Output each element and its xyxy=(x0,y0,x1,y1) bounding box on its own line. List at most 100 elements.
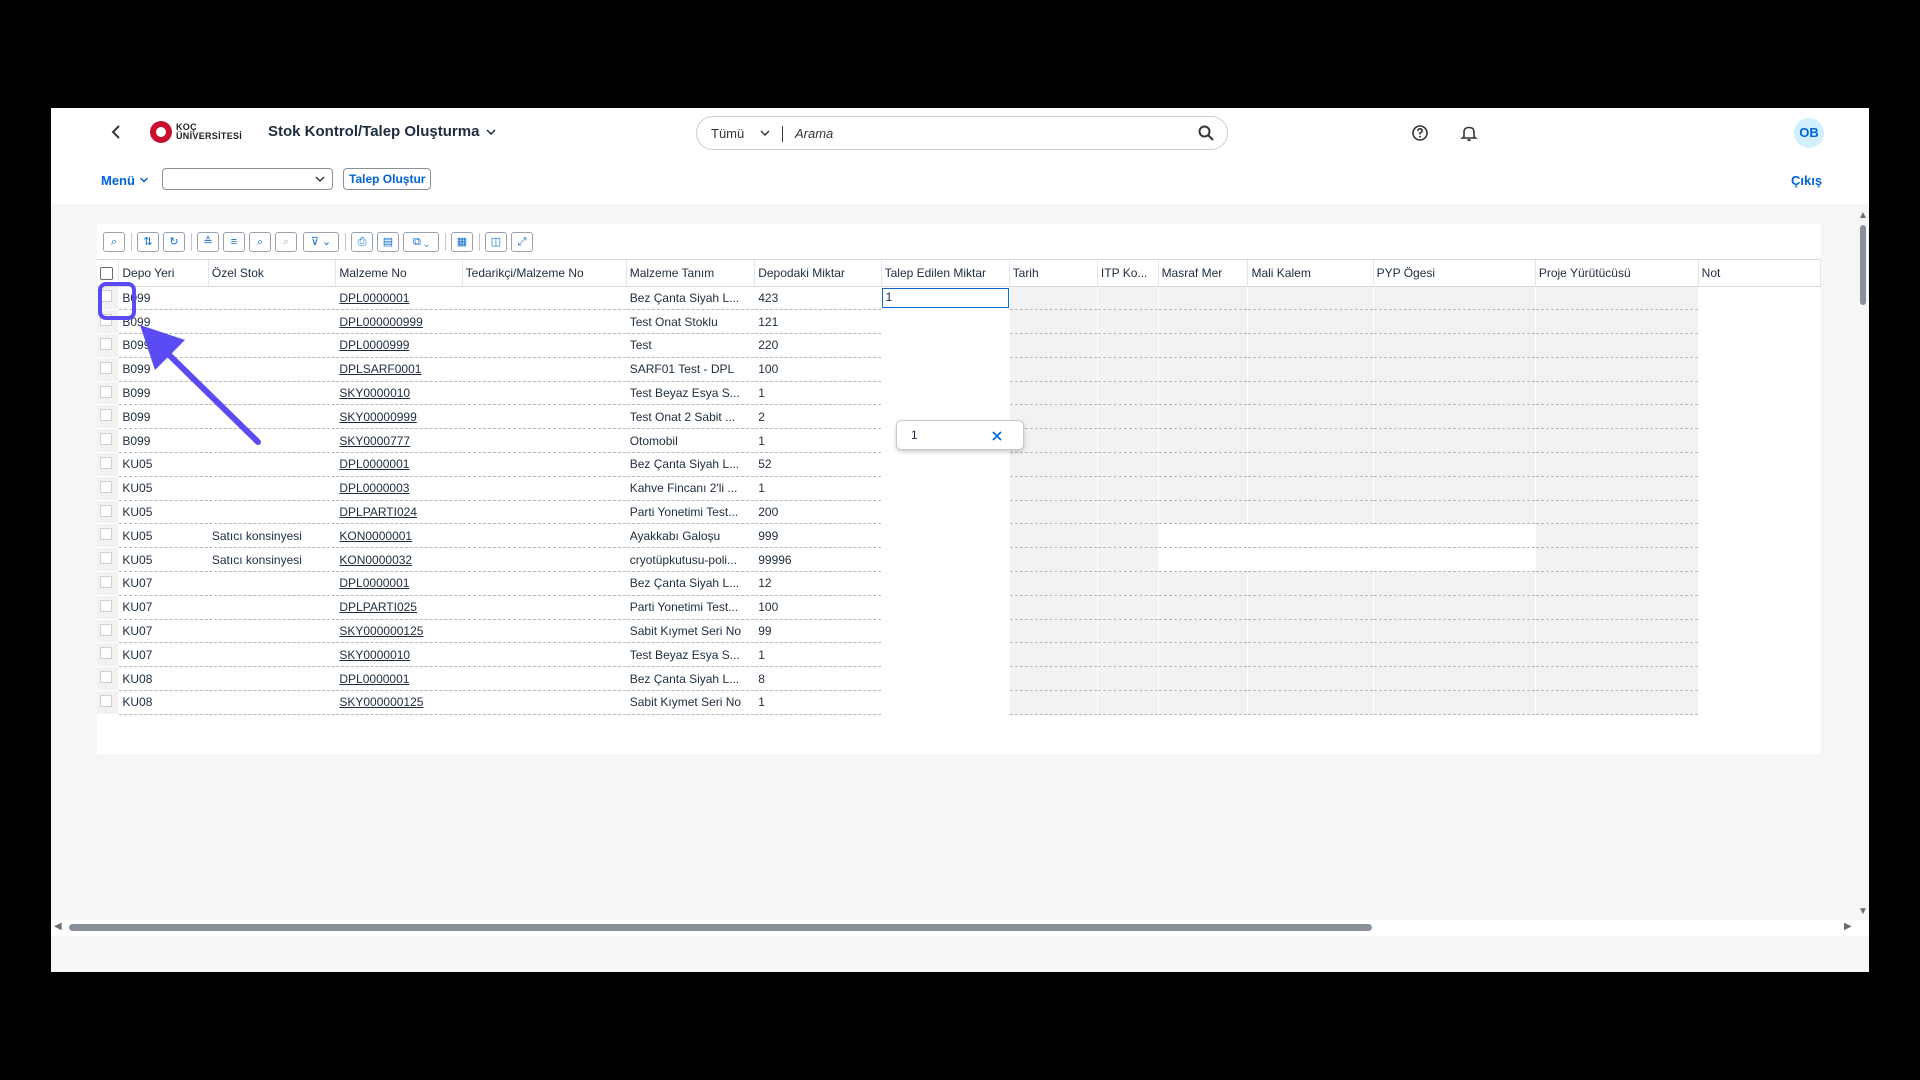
help-icon[interactable] xyxy=(1410,123,1430,143)
cell-tarih[interactable] xyxy=(1009,452,1098,477)
cell-proje-yurutucusu[interactable] xyxy=(1535,357,1699,382)
scroll-left-icon[interactable]: ◀ xyxy=(54,921,62,932)
cell-talep-edilen-miktar[interactable] xyxy=(881,595,1010,620)
cell-mali-kalem[interactable] xyxy=(1247,404,1374,430)
table-row[interactable]: KU05 DPLPARTI024 Parti Yonetimi Test... 200 xyxy=(97,500,1822,525)
column-header[interactable]: Depo Yeri xyxy=(118,260,209,287)
cell-tarih[interactable] xyxy=(1009,309,1098,335)
cell-masraf-mer[interactable] xyxy=(1158,595,1249,620)
cell-not[interactable] xyxy=(1698,666,1822,692)
column-header[interactable]: Depodaki Miktar xyxy=(754,260,882,287)
cell-malzeme-no[interactable]: DPLPARTI024 xyxy=(335,500,463,525)
cell-proje-yurutucusu[interactable] xyxy=(1535,642,1699,668)
column-header[interactable]: Not xyxy=(1698,260,1822,287)
row-checkbox[interactable] xyxy=(100,480,112,493)
cell-masraf-mer[interactable] xyxy=(1158,333,1249,358)
cell-masraf-mer[interactable] xyxy=(1158,309,1249,335)
back-button[interactable] xyxy=(107,122,127,142)
cell-masraf-mer[interactable] xyxy=(1158,523,1249,549)
row-selector[interactable] xyxy=(97,381,120,406)
row-selector[interactable] xyxy=(97,690,120,715)
cell-malzeme-no[interactable]: KON0000032 xyxy=(335,547,463,573)
find-icon[interactable]: ⌕ xyxy=(249,232,271,252)
cell-not[interactable] xyxy=(1698,286,1822,311)
cell-talep-edilen-miktar[interactable] xyxy=(881,571,1010,596)
cell-proje-yurutucusu[interactable] xyxy=(1535,404,1699,430)
cell-pyp-ogesi[interactable] xyxy=(1373,666,1536,692)
row-selector[interactable] xyxy=(97,642,120,668)
table-row[interactable]: B099 DPL0000001 Bez Çanta Siyah L... 423 1 xyxy=(97,286,1822,311)
row-selector[interactable] xyxy=(97,619,120,644)
avatar[interactable]: OB xyxy=(1794,118,1824,148)
cell-tarih[interactable] xyxy=(1009,666,1098,692)
cell-pyp-ogesi[interactable] xyxy=(1373,476,1536,501)
cell-itp-ko[interactable] xyxy=(1097,500,1159,525)
cell-pyp-ogesi[interactable] xyxy=(1373,619,1536,644)
cell-itp-ko[interactable] xyxy=(1097,381,1159,406)
row-checkbox[interactable] xyxy=(100,552,112,565)
cell-talep-edilen-miktar[interactable] xyxy=(881,357,1010,382)
cell-not[interactable] xyxy=(1698,642,1822,668)
cell-not[interactable] xyxy=(1698,571,1822,596)
cell-not[interactable] xyxy=(1698,428,1822,454)
cell-proje-yurutucusu[interactable] xyxy=(1535,333,1699,358)
row-checkbox[interactable] xyxy=(100,337,112,350)
table-row[interactable]: KU07 SKY000000125 Sabit Kıymet Seri No 99 xyxy=(97,619,1822,644)
cell-itp-ko[interactable] xyxy=(1097,595,1159,620)
cell-pyp-ogesi[interactable] xyxy=(1373,452,1536,477)
cell-masraf-mer[interactable] xyxy=(1158,547,1249,573)
cell-pyp-ogesi[interactable] xyxy=(1373,333,1536,358)
cell-mali-kalem[interactable] xyxy=(1247,333,1374,358)
cell-pyp-ogesi[interactable] xyxy=(1373,404,1536,430)
scroll-down-icon[interactable]: ▼ xyxy=(1858,906,1868,917)
cell-itp-ko[interactable] xyxy=(1097,404,1159,430)
cell-itp-ko[interactable] xyxy=(1097,357,1159,382)
cell-malzeme-no[interactable]: SKY0000010 xyxy=(335,381,463,406)
cell-itp-ko[interactable] xyxy=(1097,642,1159,668)
cell-malzeme-no[interactable]: SKY00000999 xyxy=(335,404,463,430)
copy-icon[interactable]: ⧉ ⌄ xyxy=(403,232,439,252)
column-header[interactable]: Tedarikçi/Malzeme No xyxy=(462,260,627,287)
table-row[interactable]: KU08 SKY000000125 Sabit Kıymet Seri No 1 xyxy=(97,690,1822,715)
cell-not[interactable] xyxy=(1698,357,1822,382)
cell-itp-ko[interactable] xyxy=(1097,523,1159,549)
cell-not[interactable] xyxy=(1698,381,1822,406)
row-selector[interactable] xyxy=(97,452,120,477)
cell-mali-kalem[interactable] xyxy=(1247,571,1374,596)
cell-mali-kalem[interactable] xyxy=(1247,500,1374,525)
table-row[interactable]: KU07 DPL0000001 Bez Çanta Siyah L... 12 xyxy=(97,571,1822,596)
horizontal-scroll-thumb[interactable] xyxy=(69,924,1372,931)
menu-button[interactable]: Menü xyxy=(101,173,149,188)
cell-proje-yurutucusu[interactable] xyxy=(1535,547,1699,573)
cell-talep-edilen-miktar[interactable]: 1 xyxy=(881,286,1010,311)
cell-tarih[interactable] xyxy=(1009,333,1098,358)
scroll-up-icon[interactable]: ▲ xyxy=(1858,210,1868,221)
grid-view-icon[interactable]: ▦ xyxy=(451,232,473,252)
cell-talep-edilen-miktar[interactable] xyxy=(881,690,1010,715)
cell-pyp-ogesi[interactable] xyxy=(1373,595,1536,620)
cell-tarih[interactable] xyxy=(1009,476,1098,501)
row-selector[interactable] xyxy=(97,476,120,501)
cell-malzeme-no[interactable]: DPL0000001 xyxy=(335,452,463,477)
row-checkbox[interactable] xyxy=(100,671,112,684)
row-checkbox[interactable] xyxy=(100,314,112,327)
cell-proje-yurutucusu[interactable] xyxy=(1535,523,1699,549)
row-checkbox[interactable] xyxy=(100,385,112,398)
cell-itp-ko[interactable] xyxy=(1097,690,1159,715)
cell-malzeme-no[interactable]: DPL0000001 xyxy=(335,286,463,311)
cell-proje-yurutucusu[interactable] xyxy=(1535,381,1699,406)
row-selector[interactable] xyxy=(97,523,120,549)
vertical-scroll-thumb[interactable] xyxy=(1860,225,1866,305)
cell-masraf-mer[interactable] xyxy=(1158,404,1249,430)
row-selector[interactable] xyxy=(97,309,120,335)
cell-mali-kalem[interactable] xyxy=(1247,357,1374,382)
cell-mali-kalem[interactable] xyxy=(1247,690,1374,715)
cell-proje-yurutucusu[interactable] xyxy=(1535,500,1699,525)
cell-malzeme-no[interactable]: SKY000000125 xyxy=(335,619,463,644)
cell-masraf-mer[interactable] xyxy=(1158,357,1249,382)
cell-itp-ko[interactable] xyxy=(1097,476,1159,501)
cell-tarih[interactable] xyxy=(1009,619,1098,644)
column-settings-icon[interactable]: ◫ xyxy=(485,232,507,252)
cell-not[interactable] xyxy=(1698,595,1822,620)
cell-masraf-mer[interactable] xyxy=(1158,571,1249,596)
